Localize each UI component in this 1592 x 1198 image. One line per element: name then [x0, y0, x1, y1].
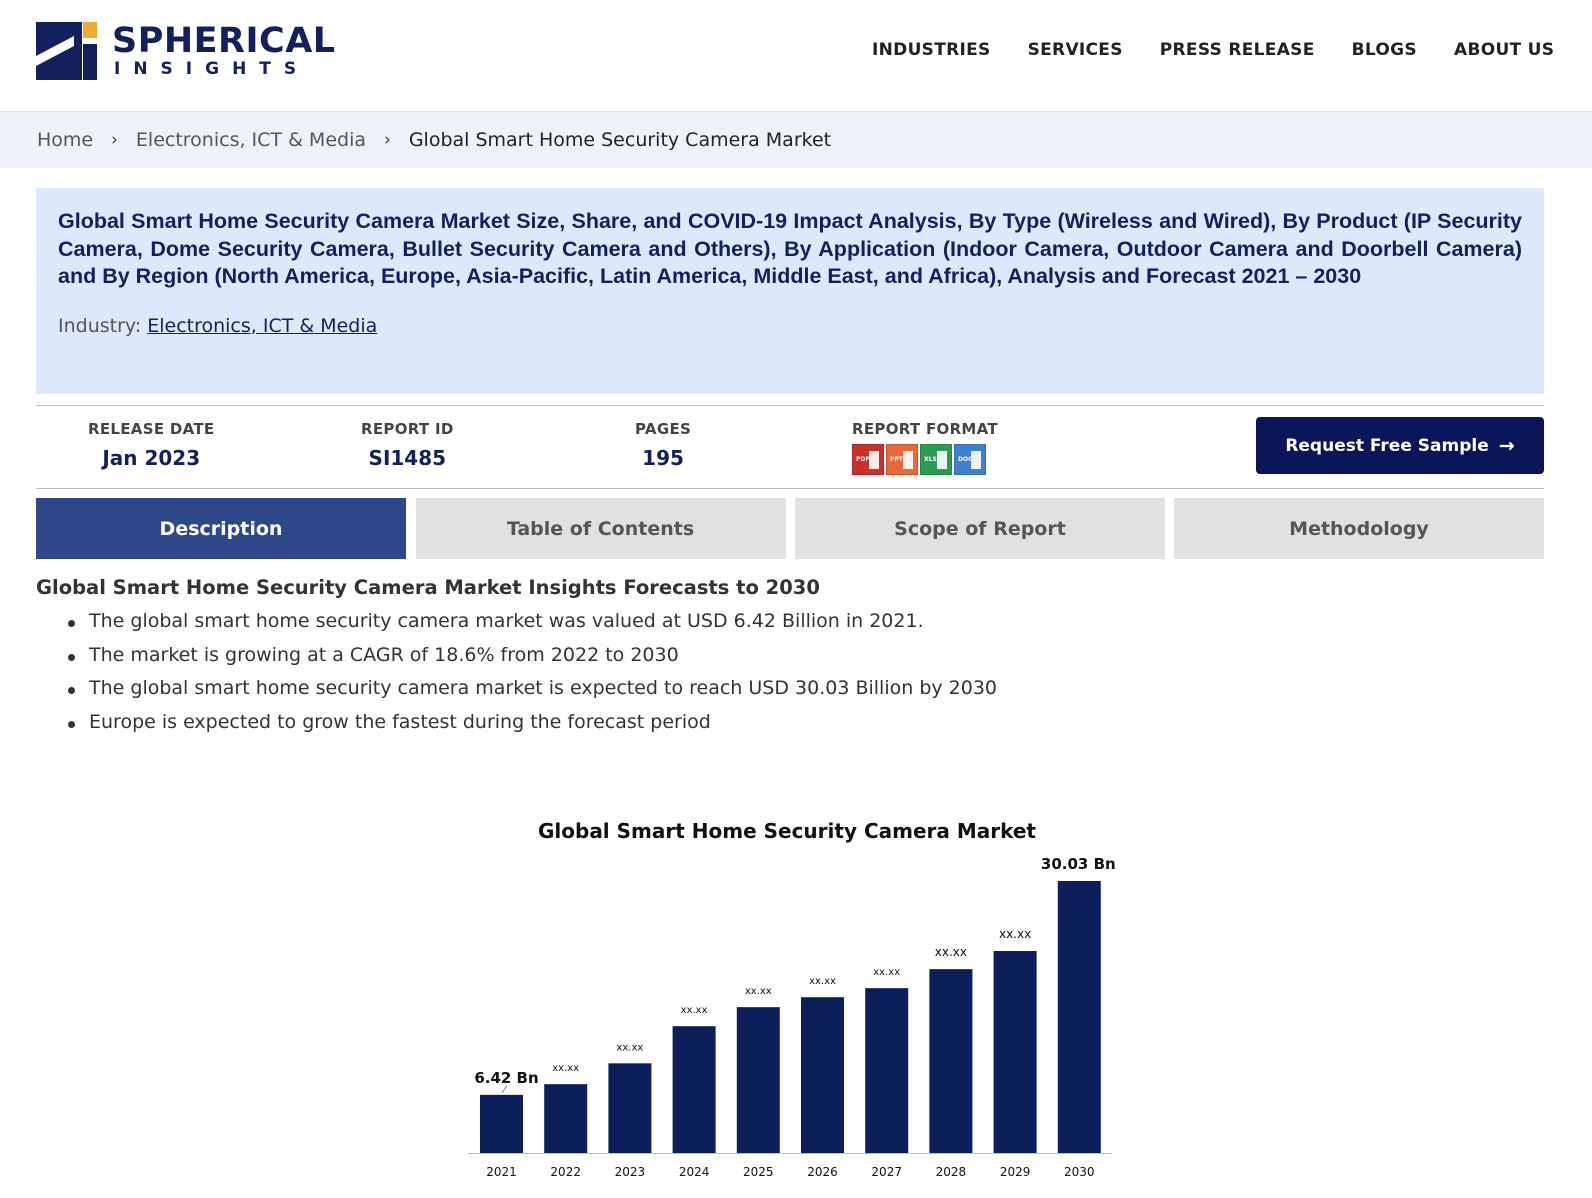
chart-title: Global Smart Home Security Camera Market [538, 819, 1036, 843]
tab-scope-of-report[interactable]: Scope of Report [795, 498, 1165, 559]
breadcrumb: Home › Electronics, ICT & Media › Global… [0, 112, 1592, 168]
report-title: Global Smart Home Security Camera Market… [58, 209, 1522, 288]
logo-mark-icon [36, 22, 97, 80]
insights-list: The global smart home security camera ma… [36, 605, 1536, 739]
data-label: 6.42 Bn [474, 1069, 538, 1087]
bar-2026 [801, 997, 844, 1153]
pages: PAGES 195 [635, 420, 691, 470]
bar-2022 [544, 1084, 588, 1153]
x-tick-label: 2029 [1000, 1165, 1031, 1179]
request-free-sample-label: Request Free Sample [1285, 435, 1489, 456]
data-label: xx.xx [999, 927, 1031, 941]
data-label: xx.xx [616, 1042, 643, 1053]
chevron-right-icon: › [111, 130, 118, 150]
ppt-icon: PPT [886, 444, 918, 475]
list-item: The market is growing at a CAGR of 18.6%… [68, 639, 1536, 673]
data-label: xx.xx [873, 967, 900, 978]
report-tabs: Description Table of Contents Scope of R… [36, 498, 1544, 559]
report-id-label: REPORT ID [361, 420, 454, 438]
logo[interactable]: SPHERICAL INSIGHTS [36, 22, 336, 80]
data-label-leader [501, 1085, 508, 1094]
breadcrumb-home[interactable]: Home [37, 129, 93, 151]
data-label: 30.03 Bn [1041, 855, 1116, 873]
nav-blogs[interactable]: BLOGS [1352, 40, 1417, 60]
x-tick-label: 2022 [550, 1165, 581, 1179]
report-format: REPORT FORMAT PDF PPT XLS DOC [852, 420, 998, 475]
nav-press-release[interactable]: PRESS RELEASE [1160, 40, 1315, 60]
x-tick-label: 2027 [871, 1165, 902, 1179]
bar-2025 [736, 1007, 780, 1153]
x-tick-label: 2024 [679, 1165, 710, 1179]
site-header: SPHERICAL INSIGHTS INDUSTRIES SERVICES P… [0, 0, 1592, 112]
bar-2028 [929, 969, 973, 1153]
report-info-bar: RELEASE DATE Jan 2023 REPORT ID SI1485 P… [36, 405, 1544, 489]
chevron-right-icon: › [384, 130, 391, 150]
description-section: Global Smart Home Security Camera Market… [36, 576, 1536, 739]
logo-wordmark-top: SPHERICAL [112, 21, 336, 61]
tab-description[interactable]: Description [36, 498, 406, 559]
data-label: xx.xx [552, 1063, 579, 1074]
industry-line: Industry: Electronics, ICT & Media [58, 315, 1522, 337]
pages-label: PAGES [635, 420, 692, 438]
xls-icon: XLS [920, 444, 952, 475]
breadcrumb-current: Global Smart Home Security Camera Market [408, 129, 832, 151]
list-item: The global smart home security camera ma… [68, 605, 1536, 639]
report-format-label: REPORT FORMAT [852, 420, 998, 438]
bar-2029 [993, 951, 1037, 1153]
data-label: xx.xx [681, 1005, 708, 1016]
report-id: REPORT ID SI1485 [361, 420, 454, 470]
format-icons: PDF PPT XLS DOC [852, 444, 998, 475]
request-free-sample-button[interactable]: Request Free Sample → [1256, 417, 1544, 474]
nav-industries[interactable]: INDUSTRIES [872, 40, 991, 60]
industry-link[interactable]: Electronics, ICT & Media [147, 315, 377, 337]
data-label: xx.xx [745, 986, 772, 997]
nav-services[interactable]: SERVICES [1028, 40, 1123, 60]
arrow-right-icon: → [1498, 434, 1515, 457]
x-tick-label: 2021 [486, 1165, 517, 1179]
release-date-value: Jan 2023 [102, 446, 201, 470]
tab-methodology[interactable]: Methodology [1174, 498, 1544, 559]
market-chart: Global Smart Home Security Camera Market… [440, 810, 1140, 1198]
x-tick-label: 2023 [615, 1165, 646, 1179]
bar-2024 [672, 1026, 716, 1153]
pages-value: 195 [642, 446, 684, 470]
market-bar-chart: Global Smart Home Security Camera Market… [468, 819, 1116, 1179]
pdf-icon: PDF [852, 444, 884, 475]
release-date: RELEASE DATE Jan 2023 [88, 420, 214, 470]
logo-wordmark-bottom: INSIGHTS [114, 59, 310, 79]
doc-icon: DOC [954, 444, 986, 475]
bar-2030 [1057, 881, 1101, 1153]
tab-table-of-contents[interactable]: Table of Contents [415, 498, 786, 559]
industry-label: Industry: [58, 314, 142, 337]
bar-2023 [608, 1063, 652, 1153]
x-tick-label: 2026 [807, 1165, 838, 1179]
description-heading: Global Smart Home Security Camera Market… [36, 576, 820, 599]
breadcrumb-category[interactable]: Electronics, ICT & Media [136, 129, 366, 151]
data-label: xx.xx [809, 976, 836, 987]
bar-2021 [480, 1094, 523, 1153]
release-date-label: RELEASE DATE [88, 420, 215, 438]
data-label: xx.xx [935, 945, 967, 959]
nav-about-us[interactable]: ABOUT US [1454, 40, 1554, 60]
x-tick-label: 2025 [743, 1165, 774, 1179]
bar-2027 [865, 988, 909, 1153]
x-tick-label: 2030 [1064, 1165, 1095, 1179]
x-tick-label: 2028 [936, 1165, 967, 1179]
list-item: The global smart home security camera ma… [68, 672, 1536, 706]
report-id-value: SI1485 [368, 446, 447, 470]
report-title-box: Global Smart Home Security Camera Market… [36, 188, 1544, 394]
list-item: Europe is expected to grow the fastest d… [68, 706, 1536, 740]
main-nav: INDUSTRIES SERVICES PRESS RELEASE BLOGS … [872, 40, 1592, 60]
